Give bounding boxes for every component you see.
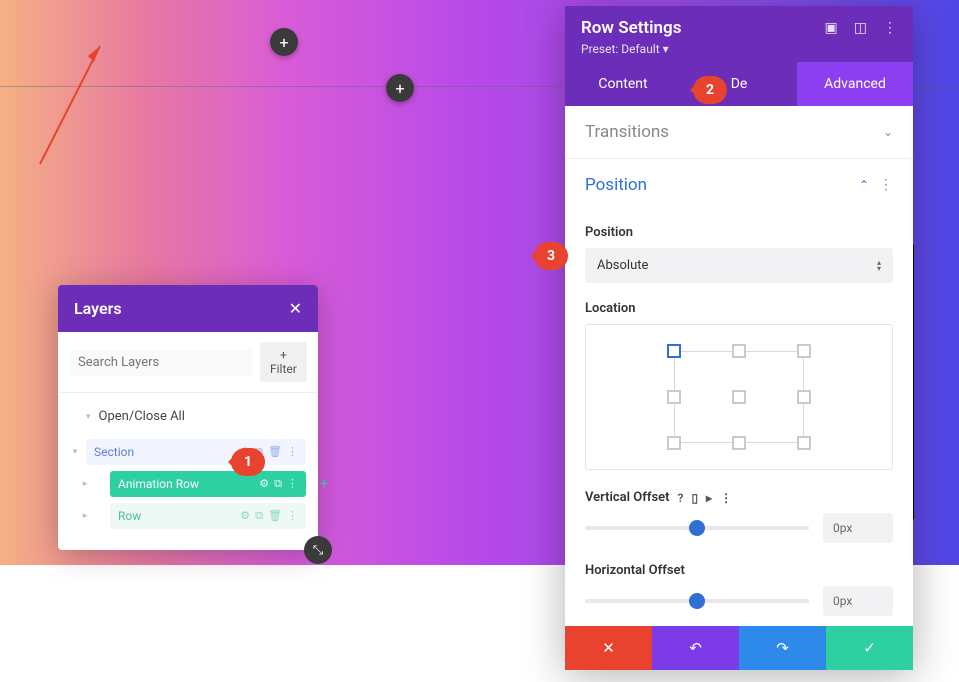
location-top-left[interactable] [667,344,681,358]
filter-button[interactable]: + Filter [260,342,307,382]
more-icon[interactable]: ⋮ [287,445,298,459]
layer-label: Section [94,445,134,459]
more-icon[interactable]: ⋮ [720,491,732,505]
accordion-header[interactable]: Position ⌃ ⋮ [565,159,913,211]
callout-3: 3 [534,242,568,270]
settings-body: Transitions ⌄ Position ⌃ ⋮ Position Abso… [565,106,913,626]
vertical-offset-value[interactable]: 0px [823,513,893,543]
select-arrows-icon: ▴▾ [877,260,881,272]
tablet-icon[interactable]: ▯ [691,491,698,505]
vertical-offset-slider: 0px [585,513,893,543]
accordion-position: Position ⌃ ⋮ Position Absolute ▴▾ Locati… [565,159,913,626]
hover-icon[interactable]: ▸ [706,491,712,505]
layer-chip-animation-row[interactable]: Animation Row ⚙ ⧉ ⋮ [110,471,306,497]
layer-actions: ⚙ ⧉ 🗑 ⋮ [240,509,298,523]
trash-icon[interactable]: 🗑 [268,509,282,523]
focus-icon[interactable]: ▣ [825,20,838,36]
save-button[interactable]: ✓ [826,626,913,670]
horizontal-offset-value[interactable]: 0px [823,586,893,616]
redo-button[interactable]: ↷ [739,626,826,670]
layers-body: Open/Close All ▾ Section ⚙ ⧉ 🗑 ⋮ ▸ Anima… [58,393,318,550]
field-help-icons: ? ▯ ▸ ⋮ [678,491,733,505]
chevron-right-icon[interactable]: ▸ [80,479,90,489]
more-icon[interactable]: ⋮ [287,477,298,491]
chevron-up-icon: ⌃ [859,178,869,192]
location-bottom-left[interactable] [667,436,681,450]
select-value: Absolute [597,258,648,273]
slider-thumb[interactable] [689,520,705,536]
accordion-title: Transitions [585,122,669,142]
layer-chip-row[interactable]: Row ⚙ ⧉ 🗑 ⋮ [110,503,306,529]
accordion-header[interactable]: Transitions ⌄ [565,106,913,158]
settings-footer: ✕ ↶ ↷ ✓ [565,626,913,670]
settings-title: Row Settings [581,18,681,38]
expand-icon[interactable]: ◫ [854,20,867,36]
vertical-offset-label: Vertical Offset ? ▯ ▸ ⋮ [585,490,893,505]
chevron-down-icon[interactable]: ▾ [70,447,80,457]
layers-header: Layers ✕ [58,285,318,332]
layers-panel: Layers ✕ + Filter Open/Close All ▾ Secti… [58,285,318,550]
location-bottom-right[interactable] [797,436,811,450]
horizontal-offset-slider: 0px [585,586,893,616]
location-picker [585,324,893,470]
open-close-all-toggle[interactable]: Open/Close All [70,403,306,436]
layer-row: ▸ Row ⚙ ⧉ 🗑 ⋮ [70,500,306,532]
accordion-title: Position [585,175,647,195]
label-text: Vertical Offset [585,490,670,505]
settings-panel: Row Settings ▣ ◫ ⋮ Preset: Default ▾ Con… [565,6,913,670]
settings-tabs: Content De Advanced [565,62,913,106]
settings-header-icons: ▣ ◫ ⋮ [825,20,897,36]
location-middle-left[interactable] [667,390,681,404]
location-top-center[interactable] [732,344,746,358]
settings-header: Row Settings ▣ ◫ ⋮ Preset: Default ▾ [565,6,913,62]
layer-label: Animation Row [118,477,199,491]
location-label: Location [585,301,893,316]
location-middle-right[interactable] [797,390,811,404]
location-middle-center[interactable] [732,390,746,404]
slider-thumb[interactable] [689,593,705,609]
location-bottom-center[interactable] [732,436,746,450]
more-icon[interactable]: ⋮ [879,177,893,193]
layers-search-row: + Filter [58,332,318,393]
layer-row: ▾ Section ⚙ ⧉ 🗑 ⋮ [70,436,306,468]
location-top-right[interactable] [797,344,811,358]
layer-actions: ⚙ ⧉ ⋮ [259,477,298,491]
horizontal-offset-label: Horizontal Offset [585,563,893,578]
layer-row: ▸ Animation Row ⚙ ⧉ ⋮ + [70,468,306,500]
tab-content[interactable]: Content [565,62,681,106]
undo-button[interactable]: ↶ [652,626,739,670]
accordion-transitions: Transitions ⌄ [565,106,913,159]
layer-label: Row [118,509,141,523]
cancel-button[interactable]: ✕ [565,626,652,670]
position-select[interactable]: Absolute ▴▾ [585,248,893,283]
callout-2: 2 [693,76,727,104]
add-layer-button[interactable]: + [320,476,328,492]
more-icon[interactable]: ⋮ [287,509,298,523]
gear-icon[interactable]: ⚙ [240,509,250,523]
more-icon[interactable]: ⋮ [883,20,897,36]
chevron-down-icon: ⌄ [883,125,893,139]
search-input[interactable] [70,349,252,376]
preset-selector[interactable]: Preset: Default ▾ [581,42,897,56]
tab-advanced[interactable]: Advanced [797,62,913,106]
layer-chip-section[interactable]: Section ⚙ ⧉ 🗑 ⋮ [86,439,306,465]
callout-1: 1 [231,448,265,476]
accordion-body: Position Absolute ▴▾ Location [565,211,913,626]
position-label: Position [585,225,893,240]
layers-title: Layers [74,299,122,318]
slider-track[interactable] [585,526,809,530]
close-icon[interactable]: ✕ [289,299,302,318]
help-icon[interactable]: ? [678,491,684,505]
add-row-button[interactable]: + [386,74,414,102]
gear-icon[interactable]: ⚙ [259,477,269,491]
chevron-right-icon[interactable]: ▸ [80,511,90,521]
location-grid-inner [674,351,804,443]
duplicate-icon[interactable]: ⧉ [274,477,282,491]
trash-icon[interactable]: 🗑 [268,445,282,459]
slider-track[interactable] [585,599,809,603]
duplicate-icon[interactable]: ⧉ [255,509,263,523]
resize-handle[interactable]: ⤡ [304,536,332,564]
add-section-button[interactable]: + [270,28,298,56]
